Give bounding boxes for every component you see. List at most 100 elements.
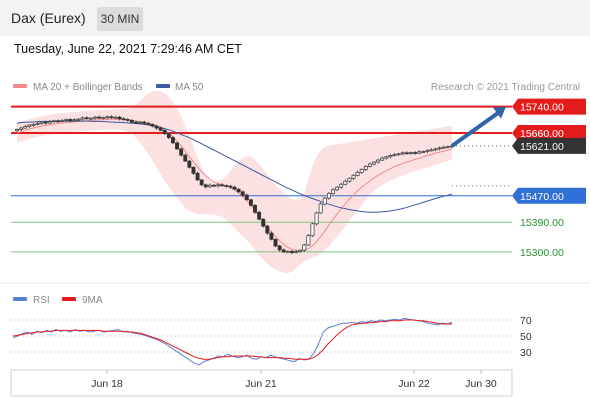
level-labels: 15740.0015660.0015621.0015470.0015390.00…: [512, 98, 586, 259]
candle-body: [363, 166, 368, 170]
candle-body: [88, 117, 93, 120]
candle-body: [261, 218, 266, 227]
candle-body: [417, 151, 422, 154]
ma9-legend-swatch: [62, 297, 76, 301]
candle: [322, 197, 327, 206]
rsi-tick-label: 70: [520, 315, 532, 327]
candle-body: [355, 171, 360, 176]
x-axis: Jun 18 Jun 21 Jun 22 Jun 30: [91, 370, 497, 390]
candle: [265, 224, 270, 235]
candle-body: [380, 157, 385, 161]
candle-body: [80, 117, 85, 120]
candle-body: [421, 151, 426, 153]
candle-body: [43, 121, 48, 124]
rsi-ma9-line: [12, 319, 452, 360]
x-tick-label: Jun 30: [465, 378, 497, 390]
x-tick-label: Jun 21: [245, 378, 277, 390]
candle-body: [179, 148, 184, 156]
candle-body: [425, 150, 430, 152]
candle: [269, 231, 274, 241]
candle-body: [445, 146, 450, 148]
candle-body: [298, 249, 303, 252]
candle: [253, 204, 257, 214]
candle-body: [23, 126, 28, 129]
candle-body: [335, 186, 340, 191]
candle-body: [60, 120, 65, 122]
candle-body: [253, 204, 257, 213]
candle-body: [31, 124, 36, 126]
candle-body: [236, 188, 241, 193]
candle-body: [306, 235, 311, 246]
candle-body: [101, 117, 106, 119]
candle: [248, 198, 253, 207]
x-tick-label: Jun 22: [398, 378, 430, 390]
candle-body: [322, 197, 327, 205]
candle-body: [265, 225, 270, 234]
candle-body: [409, 152, 413, 154]
candle-body: [129, 120, 134, 123]
candle-body: [302, 244, 307, 251]
candle-body: [76, 118, 81, 121]
candle-body: [339, 183, 344, 188]
candle-body: [400, 152, 405, 155]
candle: [314, 211, 319, 226]
candle-body: [166, 133, 171, 138]
candle-body: [351, 174, 356, 179]
candle-body: [220, 184, 225, 187]
x-tick-label: Jun 18: [91, 378, 123, 390]
candle-body: [93, 116, 97, 119]
level-label: 15390.00: [520, 217, 564, 229]
candle-body: [285, 250, 290, 253]
rsi-tick-label: 30: [520, 347, 532, 359]
candle-body: [150, 124, 155, 127]
candle-body: [97, 116, 102, 119]
candle-body: [310, 223, 315, 237]
candle-body: [257, 211, 262, 220]
forecast-arrow-shaft: [450, 109, 502, 148]
candle-body: [162, 129, 167, 135]
candle-body: [314, 212, 319, 225]
candle-body: [105, 116, 110, 119]
candle: [306, 234, 311, 246]
candle-body: [343, 180, 348, 185]
candle-body: [187, 160, 192, 168]
ma9-legend-label: 9MA: [82, 295, 103, 306]
rsi-legend-label: RSI: [33, 295, 50, 306]
candle-body: [35, 123, 40, 125]
level-label: 15300.00: [520, 247, 564, 259]
candle: [257, 210, 262, 221]
rsi-tick-label: 50: [520, 331, 532, 343]
candle-body: [19, 127, 24, 130]
level-label: 15621.00: [520, 141, 564, 153]
candle-body: [318, 203, 323, 214]
candle-body: [47, 121, 52, 124]
candle-body: [56, 120, 60, 123]
candle-body: [72, 119, 77, 122]
candle-body: [441, 146, 446, 149]
candle-body: [121, 118, 126, 121]
candle-body: [212, 184, 216, 187]
candle-body: [228, 185, 233, 188]
ma50-legend-label: MA 50: [175, 82, 204, 93]
candle-body: [290, 250, 294, 253]
candle-body: [134, 121, 138, 124]
candle-body: [384, 156, 389, 159]
candle-body: [68, 119, 73, 122]
candle: [195, 171, 200, 181]
candle-body: [138, 121, 143, 124]
candle-body: [244, 194, 249, 201]
rsi-line: [12, 317, 453, 366]
candle-body: [433, 148, 438, 151]
candle-body: [158, 127, 163, 131]
candle-body: [84, 117, 89, 120]
candle-body: [51, 120, 56, 123]
candle: [199, 178, 204, 187]
candle-body: [326, 193, 331, 199]
candle-body: [224, 185, 229, 187]
candle-body: [388, 155, 393, 158]
candle-body: [15, 129, 19, 132]
candle: [187, 160, 192, 169]
candle-body: [437, 147, 442, 150]
rsi-legend-swatch: [13, 297, 27, 301]
candle-body: [183, 154, 188, 162]
